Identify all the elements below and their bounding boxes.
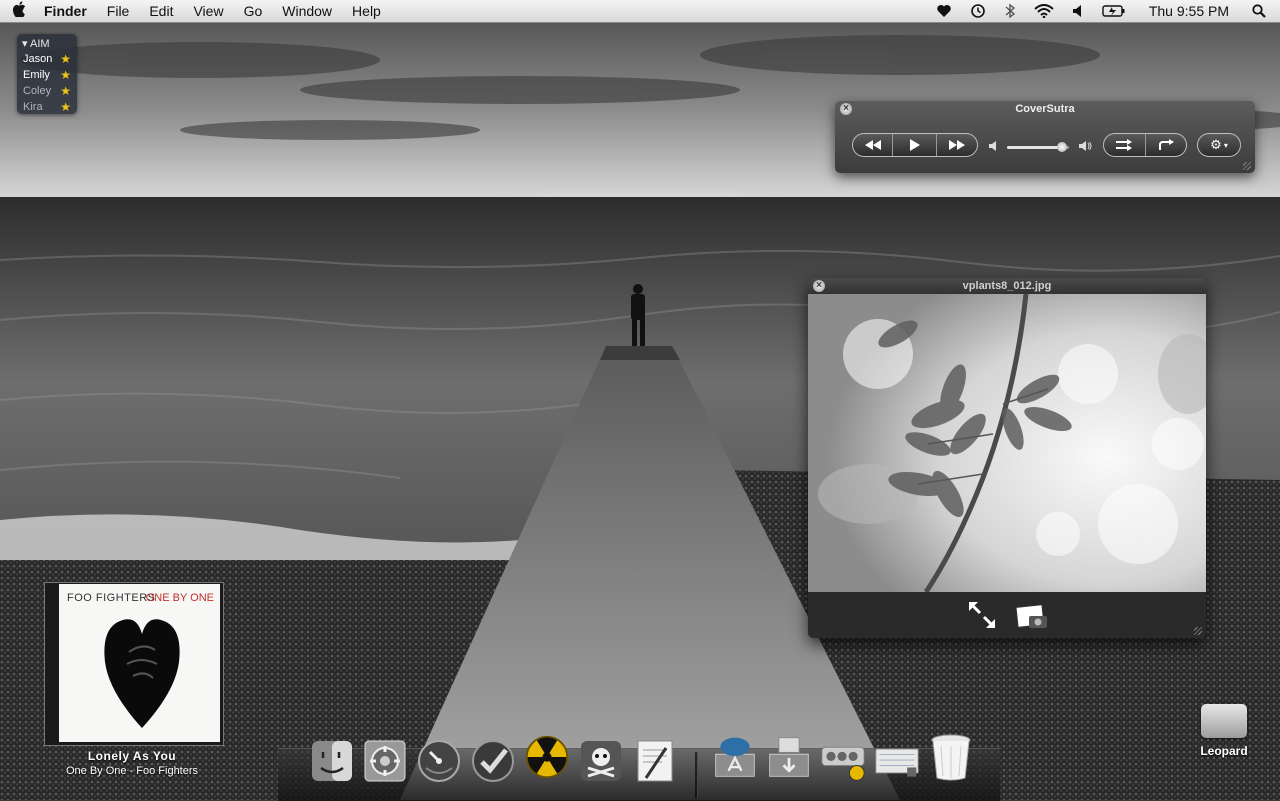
pirate-icon[interactable] xyxy=(578,738,624,784)
shuffle-icon[interactable] xyxy=(1104,134,1145,156)
buddy-coley[interactable]: Coley ★ xyxy=(17,83,77,99)
close-icon[interactable]: × xyxy=(813,280,825,292)
add-to-iphoto-icon[interactable] xyxy=(1015,598,1049,632)
apple-menu-icon[interactable] xyxy=(0,0,40,22)
buddy-jason[interactable]: Jason ★ xyxy=(17,51,77,67)
gear-menu-button[interactable]: ⚙ ▾ xyxy=(1197,133,1241,157)
preview-image xyxy=(808,294,1206,592)
song-subtitle: One By One - Foo Fighters xyxy=(65,765,199,777)
spotlight-icon[interactable] xyxy=(1243,0,1280,22)
downloads-stack-icon[interactable] xyxy=(766,734,812,780)
album-art-widget[interactable]: FOO FIGHTERS ONE BY ONE xyxy=(44,582,224,746)
hard-drive-leopard[interactable]: Leopard xyxy=(1196,704,1252,758)
menu-edit[interactable]: Edit xyxy=(139,0,183,22)
volume-fill xyxy=(1007,146,1062,149)
star-icon: ★ xyxy=(60,52,71,66)
buddy-name: Coley xyxy=(23,85,52,97)
gear-icon[interactable]: ⚙ ▾ xyxy=(1198,134,1240,156)
buddy-name: Jason xyxy=(23,53,53,65)
radio-icon[interactable] xyxy=(820,738,866,784)
volume-slider[interactable] xyxy=(1007,142,1069,152)
close-icon[interactable]: × xyxy=(840,103,852,115)
repeat-icon[interactable] xyxy=(1144,134,1187,156)
star-icon: ★ xyxy=(60,84,71,98)
aim-header[interactable]: ▾ AIM xyxy=(17,34,77,51)
coversutra-window: × CoverSutra ⚙ ▾ xyxy=(835,101,1255,173)
album-band-text: FOO FIGHTERS xyxy=(67,592,156,604)
album-cover: FOO FIGHTERS ONE BY ONE xyxy=(59,584,220,742)
nuke-icon[interactable] xyxy=(524,734,570,780)
system-preferences-icon[interactable] xyxy=(362,738,408,784)
textedit-icon[interactable] xyxy=(632,738,678,784)
aim-buddy-list: ▾ AIM Jason ★ Emily ★ Coley ★ Kira ★ xyxy=(17,34,77,114)
quicklook-toolbar xyxy=(808,592,1206,638)
menu-file[interactable]: File xyxy=(97,0,140,22)
heart-icon[interactable] xyxy=(927,0,961,22)
widget-folder-icon[interactable] xyxy=(874,738,920,784)
heart-artwork-icon xyxy=(104,619,180,728)
menu-window[interactable]: Window xyxy=(272,0,342,22)
trash-icon[interactable] xyxy=(928,734,974,781)
hard-drive-label: Leopard xyxy=(1200,744,1248,758)
resize-grip-icon[interactable] xyxy=(1194,627,1202,635)
menu-view[interactable]: View xyxy=(183,0,233,22)
resize-grip-icon[interactable] xyxy=(1243,162,1251,170)
istat-icon[interactable] xyxy=(416,738,462,784)
fullscreen-icon[interactable] xyxy=(965,598,999,632)
volume-knob[interactable] xyxy=(1056,142,1067,152)
bluetooth-icon[interactable] xyxy=(995,0,1025,22)
transport-controls xyxy=(852,133,978,157)
menu-finder[interactable]: Finder xyxy=(40,0,97,22)
mode-controls xyxy=(1103,133,1187,157)
star-icon: ★ xyxy=(60,100,71,114)
album-title-text: ONE BY ONE xyxy=(145,592,214,604)
volume-high-icon xyxy=(1079,141,1092,154)
buddy-emily[interactable]: Emily ★ xyxy=(17,67,77,83)
menu-clock[interactable]: Thu 9:55 PM xyxy=(1135,3,1243,19)
play-icon[interactable] xyxy=(892,134,935,156)
volume-icon[interactable] xyxy=(1063,0,1093,22)
hard-drive-icon xyxy=(1201,704,1247,738)
menu-help[interactable]: Help xyxy=(342,0,391,22)
aim-header-label: AIM xyxy=(29,38,50,50)
song-title: Lonely As You xyxy=(87,749,177,763)
dock-separator xyxy=(695,752,698,798)
coversutra-title: CoverSutra xyxy=(1015,103,1075,115)
quicklook-title: vplants8_012.jpg xyxy=(808,278,1206,294)
buddy-name: Kira xyxy=(23,101,43,113)
now-playing-text: Lonely As You One By One - Foo Fighters xyxy=(40,749,224,777)
battery-icon[interactable] xyxy=(1093,0,1135,22)
applications-stack-icon[interactable] xyxy=(712,734,758,780)
buddy-kira[interactable]: Kira ★ xyxy=(17,99,77,115)
menu-bar: Finder File Edit View Go Window Help Thu… xyxy=(0,0,1280,23)
quicklook-window: × vplants8_012.jpg xyxy=(808,278,1206,638)
check-icon[interactable] xyxy=(470,738,516,784)
wifi-icon[interactable] xyxy=(1025,0,1063,22)
star-icon: ★ xyxy=(60,68,71,82)
buddy-name: Emily xyxy=(23,69,50,81)
time-machine-icon[interactable] xyxy=(961,0,995,22)
finder-icon[interactable] xyxy=(309,738,355,784)
volume-low-icon xyxy=(989,141,999,154)
menu-go[interactable]: Go xyxy=(234,0,273,22)
fast-forward-icon[interactable] xyxy=(935,134,977,156)
rewind-icon[interactable] xyxy=(853,134,892,156)
